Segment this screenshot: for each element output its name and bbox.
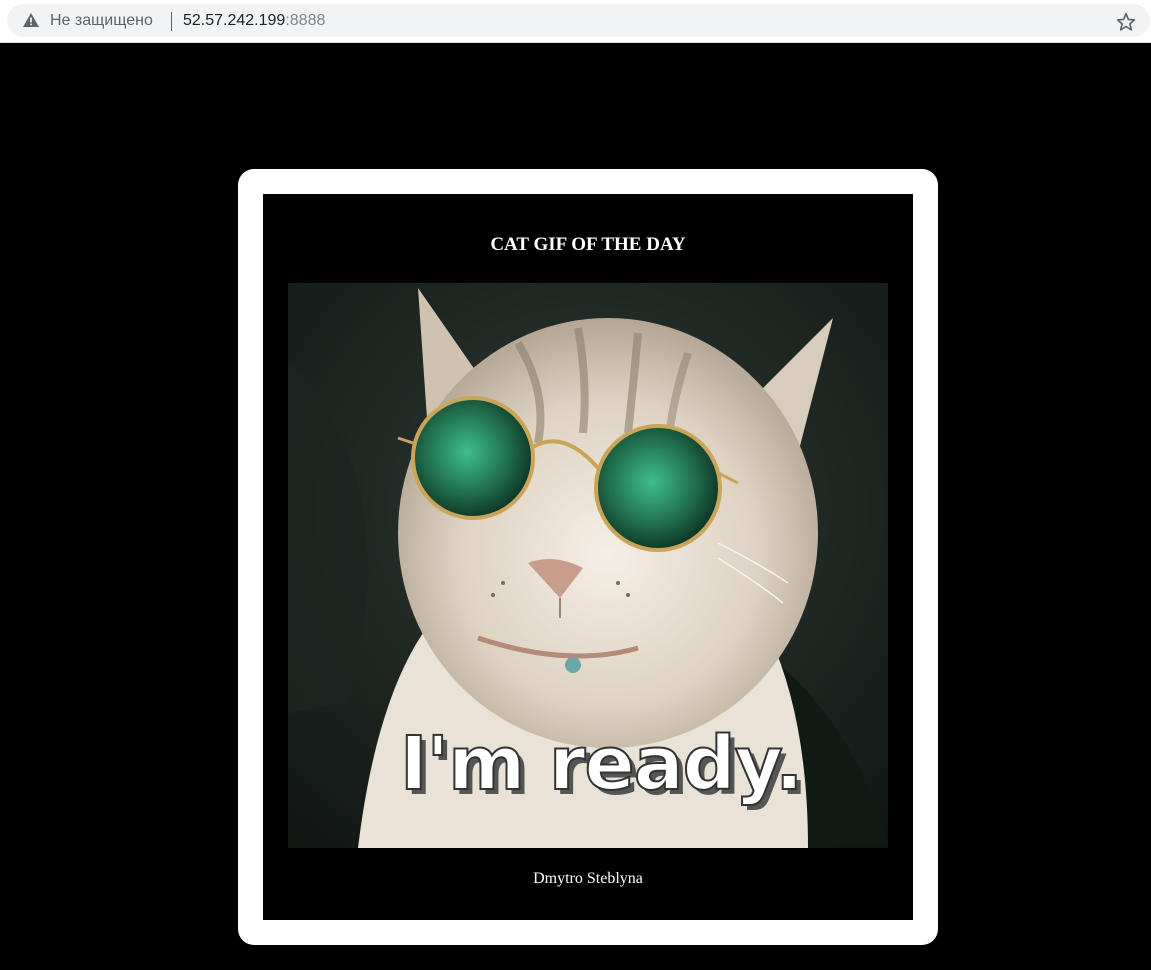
security-status-label[interactable]: Не защищено bbox=[50, 12, 153, 30]
page-title: CAT GIF OF THE DAY bbox=[490, 234, 686, 255]
browser-toolbar: Не защищено 52.57.242.199:8888 bbox=[0, 0, 1151, 43]
gif-caption: I'm ready. bbox=[399, 720, 804, 808]
url-text[interactable]: 52.57.242.199:8888 bbox=[183, 12, 325, 30]
content-card: CAT GIF OF THE DAY I'm ready. Dmytro Ste… bbox=[238, 169, 938, 945]
star-icon[interactable] bbox=[1115, 11, 1137, 33]
address-bar[interactable]: Не защищено 52.57.242.199:8888 bbox=[7, 4, 1150, 37]
url-port: :8888 bbox=[285, 12, 326, 29]
cat-gif-image: I'm ready. bbox=[288, 283, 888, 848]
card-inner: CAT GIF OF THE DAY I'm ready. Dmytro Ste… bbox=[263, 194, 913, 920]
address-separator bbox=[171, 12, 172, 31]
url-host: 52.57.242.199 bbox=[183, 12, 286, 29]
author-name: Dmytro Steblyna bbox=[533, 870, 643, 887]
warning-triangle-icon[interactable] bbox=[23, 13, 39, 27]
